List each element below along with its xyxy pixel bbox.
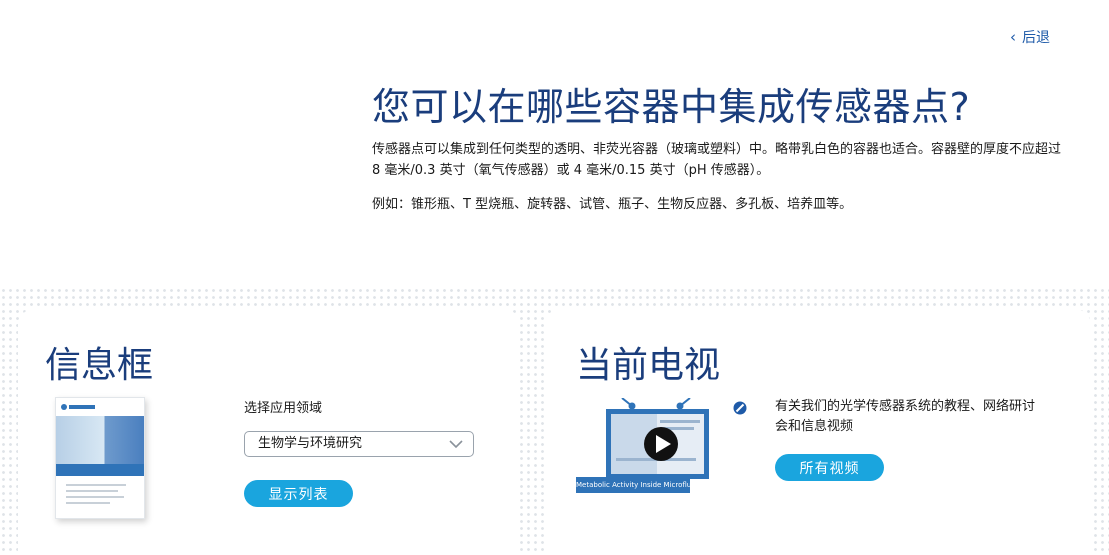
brochure-thumbnail[interactable] xyxy=(55,397,145,519)
faq-body: 传感器点可以集成到任何类型的透明、非荧光容器（玻璃或塑料）中。略带乳白色的容器也… xyxy=(372,139,1062,215)
brochure-photo xyxy=(56,416,144,464)
infobox-title: 信息框 xyxy=(45,345,154,386)
brochure-text-line xyxy=(66,484,126,486)
faq-title: 您可以在哪些容器中集成传感器点? xyxy=(372,85,971,129)
application-area-select[interactable]: 生物学与环境研究 xyxy=(244,431,474,457)
chevron-down-icon xyxy=(449,440,463,449)
tv-description: 有关我们的光学传感器系统的教程、网络研讨会和信息视频 xyxy=(775,399,1036,434)
faq-examples: 例如：锥形瓶、T 型烧瓶、旋转器、试管、瓶子、生物反应器、多孔板、培养皿等。 xyxy=(372,197,853,212)
brochure-text-line xyxy=(66,496,124,498)
tv-title: 当前电视 xyxy=(576,345,721,386)
show-list-button[interactable]: 显示列表 xyxy=(244,480,353,507)
chevron-left-icon: ‹ xyxy=(1010,28,1016,46)
faq-paragraph: 传感器点可以集成到任何类型的透明、非荧光容器（玻璃或塑料）中。略带乳白色的容器也… xyxy=(372,142,1062,178)
video-caption: Metabolic Activity Inside Microfluidics xyxy=(576,477,690,493)
back-link[interactable]: ‹ 后退 xyxy=(1010,27,1050,47)
select-value: 生物学与环境研究 xyxy=(258,436,363,451)
brochure-banner xyxy=(56,464,144,476)
brochure-logo-icon xyxy=(61,404,95,410)
back-label: 后退 xyxy=(1022,30,1050,46)
play-badge-icon xyxy=(733,401,747,415)
all-videos-button[interactable]: 所有视频 xyxy=(775,454,884,481)
brochure-text-line xyxy=(66,502,110,504)
application-area-label: 选择应用领域 xyxy=(244,401,323,416)
brochure-text-line xyxy=(66,490,118,492)
